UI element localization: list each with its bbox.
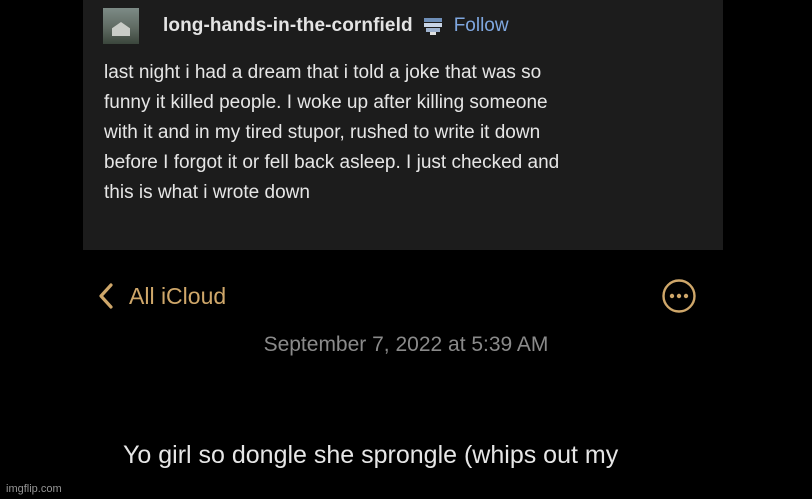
post-body: last night i had a dream that i told a j… <box>104 62 560 203</box>
avatar[interactable] <box>103 8 139 44</box>
username[interactable]: long-hands-in-the-cornfield <box>163 15 413 37</box>
chevron-left-icon <box>95 281 117 311</box>
note-content[interactable]: Yo girl so dongle she sprongle (whips ou… <box>123 441 618 470</box>
more-ellipsis-circle-icon[interactable] <box>661 278 697 314</box>
tumblr-post: long-hands-in-the-cornfield Follow last … <box>83 0 723 250</box>
post-header: long-hands-in-the-cornfield Follow <box>103 8 509 44</box>
note-date: September 7, 2022 at 5:39 AM <box>263 333 549 356</box>
follow-button[interactable]: Follow <box>454 15 509 37</box>
notes-nav-bar: All iCloud <box>95 278 697 314</box>
back-button[interactable]: All iCloud <box>95 278 226 314</box>
badge-icon <box>421 16 445 36</box>
watermark: imgflip.com <box>6 483 62 495</box>
back-label: All iCloud <box>129 282 227 309</box>
